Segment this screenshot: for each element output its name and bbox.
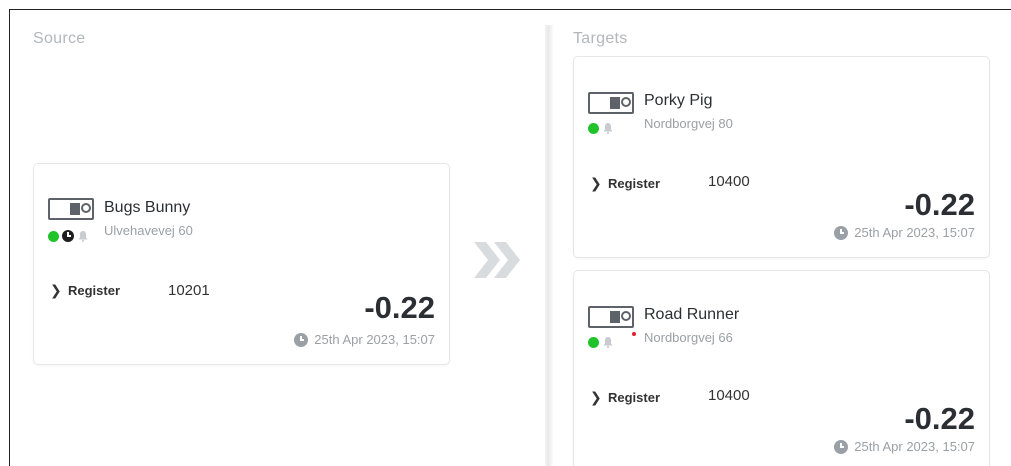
register-number: 10400	[708, 387, 750, 404]
bell-icon	[78, 231, 88, 242]
device-toggle-icon[interactable]	[588, 306, 634, 328]
register-value: -0.22	[904, 187, 975, 222]
register-number: 10400	[708, 173, 750, 190]
copy-settings-view: Source Bugs Bunny Ulvehavevej 60 ❯ Regis…	[9, 9, 1011, 466]
target-device-card: Road Runner Nordborgvej 66 ❯ Register 10…	[573, 270, 990, 466]
online-status-icon	[588, 336, 599, 348]
register-number: 10201	[168, 282, 210, 299]
last-updated: 25th Apr 2023, 15:07	[834, 225, 975, 240]
online-status-icon	[48, 230, 59, 242]
online-status-icon	[588, 122, 599, 134]
register-label: Register	[608, 176, 661, 191]
timestamp-text: 25th Apr 2023, 15:07	[854, 225, 975, 240]
register-value: -0.22	[364, 290, 435, 325]
double-chevron-right-icon	[474, 242, 520, 278]
last-updated: 25th Apr 2023, 15:07	[294, 332, 435, 347]
device-address: Nordborgvej 80	[644, 116, 733, 131]
panel-divider	[545, 25, 553, 466]
chevron-right-icon[interactable]: ❯	[50, 282, 68, 299]
register-expander[interactable]: ❯ Register	[590, 175, 660, 192]
register-expander[interactable]: ❯ Register	[590, 389, 660, 406]
clock-icon	[834, 225, 849, 240]
status-icons	[588, 336, 614, 348]
device-toggle-icon[interactable]	[588, 92, 634, 114]
status-icons	[48, 230, 89, 242]
last-updated: 25th Apr 2023, 15:07	[834, 439, 975, 454]
bell-icon	[603, 337, 613, 348]
clock-icon	[834, 439, 849, 454]
source-device-card: Bugs Bunny Ulvehavevej 60 ❯ Register 102…	[33, 163, 450, 365]
device-address: Nordborgvej 66	[644, 330, 733, 345]
device-name: Road Runner	[644, 306, 740, 323]
register-label: Register	[68, 283, 121, 298]
chevron-right-icon[interactable]: ❯	[590, 175, 608, 192]
alert-indicator-icon	[632, 332, 636, 336]
device-name: Porky Pig	[644, 92, 713, 109]
target-device-card: Porky Pig Nordborgvej 80 ❯ Register 1040…	[573, 56, 990, 258]
timestamp-text: 25th Apr 2023, 15:07	[314, 332, 435, 347]
bell-icon	[603, 123, 613, 134]
source-panel: Source Bugs Bunny Ulvehavevej 60 ❯ Regis…	[10, 10, 545, 466]
register-label: Register	[608, 390, 661, 405]
timestamp-text: 25th Apr 2023, 15:07	[854, 439, 975, 454]
status-icons	[588, 122, 614, 134]
targets-panel: Targets Porky Pig Nordborgvej 80 ❯ Regis…	[553, 10, 1011, 466]
device-toggle-icon[interactable]	[48, 198, 94, 220]
source-title: Source	[33, 30, 86, 47]
chevron-right-icon[interactable]: ❯	[590, 389, 608, 406]
schedule-clock-icon	[62, 230, 74, 242]
register-value: -0.22	[904, 401, 975, 436]
clock-icon	[294, 332, 309, 347]
device-name: Bugs Bunny	[104, 199, 191, 216]
targets-title: Targets	[573, 30, 628, 47]
device-address: Ulvehavevej 60	[104, 223, 193, 238]
register-expander[interactable]: ❯ Register	[50, 282, 120, 299]
